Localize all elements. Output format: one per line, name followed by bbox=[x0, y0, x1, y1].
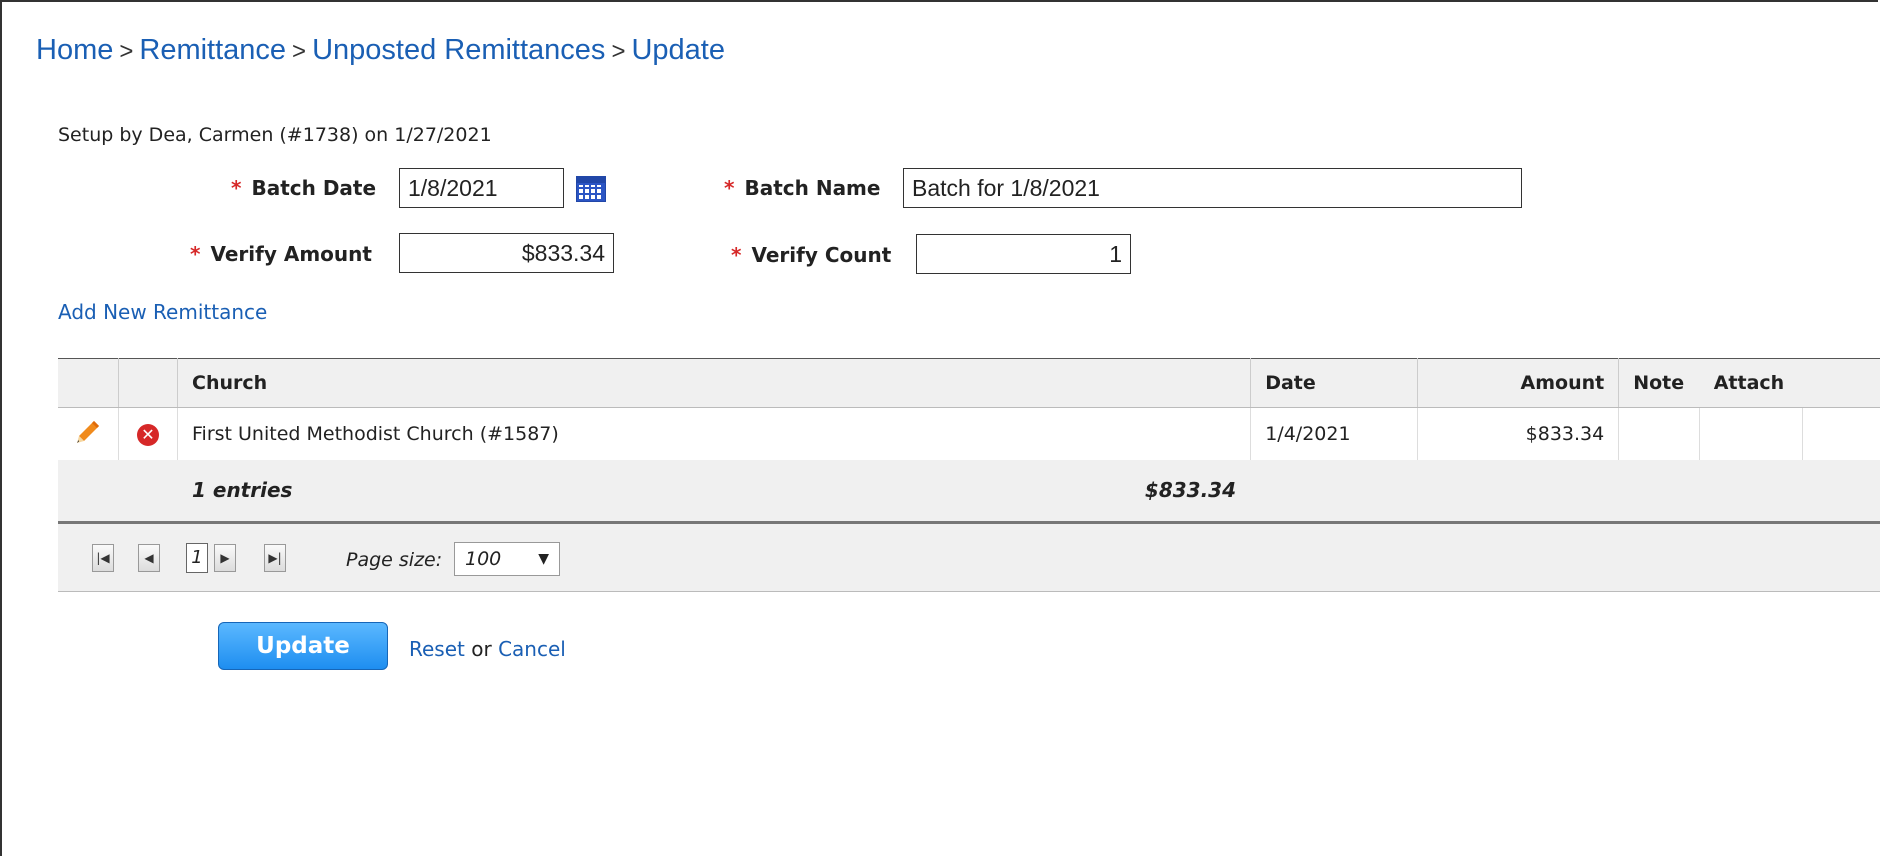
first-page-button[interactable]: |◀ bbox=[92, 544, 114, 572]
note-cell bbox=[1618, 407, 1701, 462]
required-mark: * bbox=[231, 176, 242, 200]
header-amount[interactable]: Amount bbox=[1417, 358, 1620, 408]
header-delete bbox=[118, 358, 178, 408]
add-new-remittance-link[interactable]: Add New Remittance bbox=[58, 300, 267, 324]
verify-amount-label-text: Verify Amount bbox=[210, 242, 372, 266]
header-filler bbox=[1802, 358, 1880, 408]
header-note[interactable]: Note bbox=[1618, 358, 1700, 408]
header-church[interactable]: Church bbox=[177, 358, 1252, 408]
amount-cell: $833.34 bbox=[1417, 407, 1620, 462]
last-page-button[interactable]: ▶| bbox=[264, 544, 286, 572]
page-size-label: Page size: bbox=[346, 549, 443, 571]
batch-name-input[interactable]: Batch for 1/8/2021 bbox=[903, 168, 1522, 208]
required-mark: * bbox=[731, 243, 742, 267]
breadcrumb: Home > Remittance > Unposted Remittances > Upd… bbox=[36, 34, 725, 67]
page-size-value: 100 bbox=[465, 548, 502, 570]
breadcrumb-separator: > bbox=[292, 38, 307, 65]
grid-footer: 1 entries $833.34 bbox=[58, 460, 1880, 524]
batch-date-label: * Batch Date bbox=[231, 176, 376, 200]
breadcrumb-update[interactable]: Update bbox=[631, 34, 725, 66]
header-attach[interactable]: Attach bbox=[1699, 358, 1803, 408]
pencil-icon[interactable] bbox=[74, 418, 102, 446]
current-page[interactable]: 1 bbox=[186, 543, 208, 573]
breadcrumb-home[interactable]: Home bbox=[36, 34, 113, 66]
grid-header-row: Church Date Amount Note Attach bbox=[58, 358, 1880, 408]
church-cell: First United Methodist Church (#1587) bbox=[177, 407, 1252, 462]
table-row: ✕ First United Methodist Church (#1587) … bbox=[58, 407, 1880, 462]
required-mark: * bbox=[190, 242, 201, 266]
update-button[interactable]: Update bbox=[218, 622, 388, 670]
or-text: or bbox=[471, 637, 492, 661]
breadcrumb-separator: > bbox=[119, 38, 134, 65]
verify-count-label: * Verify Count bbox=[731, 243, 891, 267]
required-mark: * bbox=[724, 176, 735, 200]
calendar-icon[interactable] bbox=[576, 176, 606, 202]
batch-date-label-text: Batch Date bbox=[251, 176, 377, 200]
filler-cell bbox=[1802, 407, 1880, 462]
verify-count-label-text: Verify Count bbox=[751, 243, 892, 267]
amount-total: $833.34 bbox=[1144, 478, 1236, 502]
header-edit bbox=[58, 358, 119, 408]
header-date[interactable]: Date bbox=[1250, 358, 1419, 408]
date-cell: 1/4/2021 bbox=[1250, 407, 1419, 462]
cancel-link[interactable]: Cancel bbox=[498, 637, 566, 661]
delete-cell: ✕ bbox=[118, 407, 178, 462]
pager: |◀ ◀ 1 ▶ ▶| Page size: 100 ▼ bbox=[58, 524, 1880, 592]
breadcrumb-separator: > bbox=[611, 38, 626, 65]
breadcrumb-remittance[interactable]: Remittance bbox=[139, 34, 286, 66]
verify-amount-input[interactable]: $833.34 bbox=[399, 233, 614, 273]
edit-cell bbox=[58, 407, 119, 462]
remittance-grid: Church Date Amount Note Attach ✕ First U… bbox=[58, 358, 1880, 462]
setup-info: Setup by Dea, Carmen (#1738) on 1/27/202… bbox=[58, 124, 492, 146]
batch-date-input[interactable]: 1/8/2021 bbox=[399, 168, 564, 208]
reset-cancel-links: Reset or Cancel bbox=[409, 637, 566, 661]
reset-link[interactable]: Reset bbox=[409, 637, 465, 661]
batch-name-label: * Batch Name bbox=[724, 176, 880, 200]
prev-page-icon[interactable]: ◀ bbox=[138, 544, 160, 572]
next-page-icon[interactable]: ▶ bbox=[214, 544, 236, 572]
verify-count-input[interactable]: 1 bbox=[916, 234, 1131, 274]
batch-name-label-text: Batch Name bbox=[744, 176, 881, 200]
attach-cell bbox=[1699, 407, 1804, 462]
breadcrumb-unposted-remittances[interactable]: Unposted Remittances bbox=[312, 34, 605, 66]
delete-circle-icon[interactable]: ✕ bbox=[137, 423, 159, 446]
chevron-down-icon: ▼ bbox=[538, 551, 549, 567]
entries-count: 1 entries bbox=[192, 478, 293, 502]
page-size-select[interactable]: 100 ▼ bbox=[454, 542, 560, 576]
verify-amount-label: * Verify Amount bbox=[190, 242, 372, 266]
